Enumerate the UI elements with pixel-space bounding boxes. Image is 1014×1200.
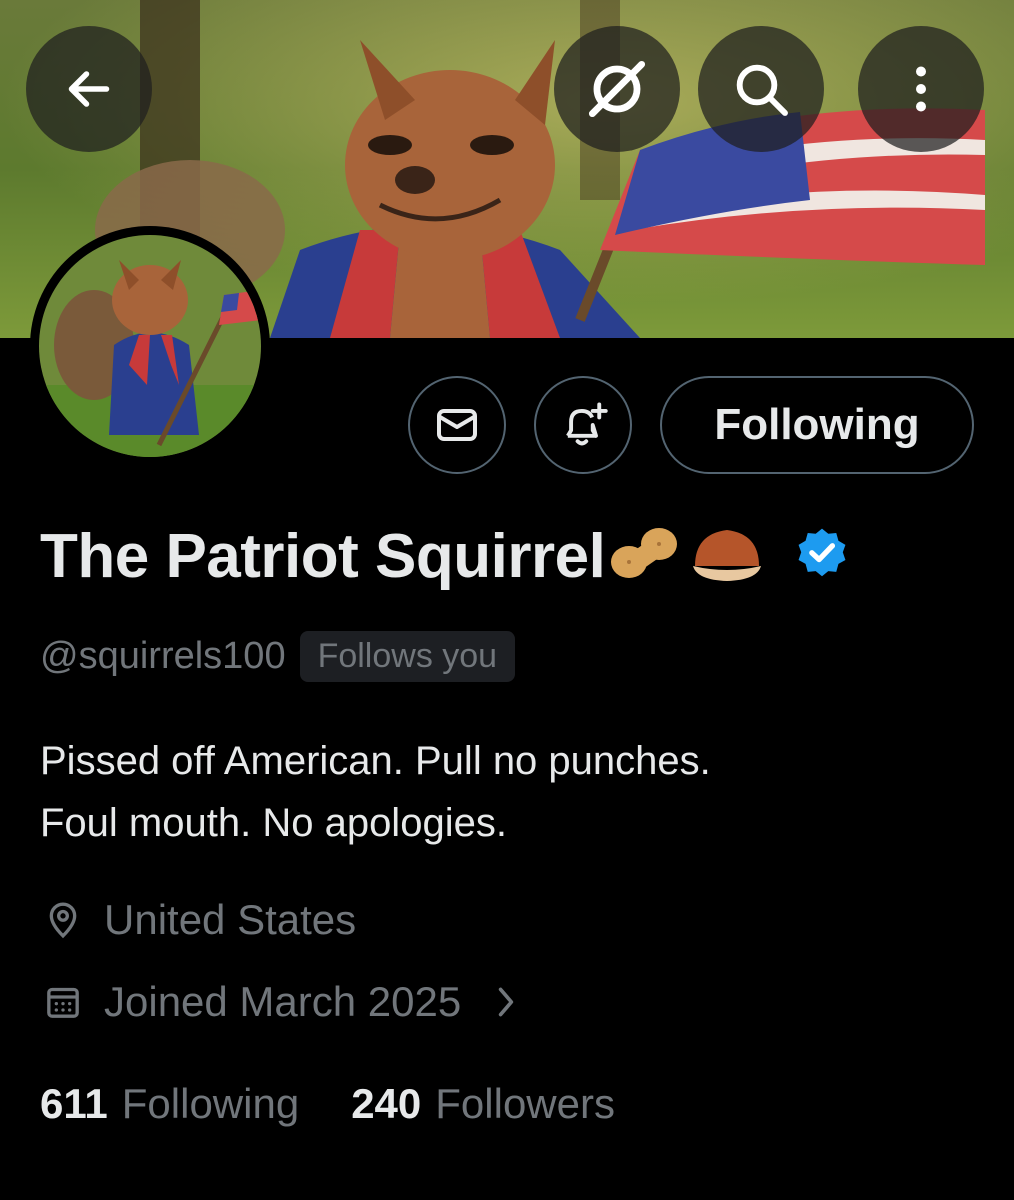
name-emojis: [607, 524, 771, 589]
bio-line: Foul mouth. No apologies.: [40, 801, 507, 845]
grok-button[interactable]: [554, 26, 680, 152]
location-row: United States: [40, 892, 356, 948]
location-pin-icon: [40, 897, 86, 943]
notifications-button[interactable]: [534, 376, 632, 474]
search-button[interactable]: [698, 26, 824, 152]
calendar-icon: [40, 979, 86, 1025]
back-arrow-icon: [68, 71, 110, 107]
display-name: The Patriot Squirrel: [40, 521, 606, 591]
following-count: 611: [40, 1080, 108, 1127]
bio-line: Pissed off American. Pull no punches.: [40, 739, 711, 783]
following-stat[interactable]: 611 Following: [40, 1080, 299, 1128]
handle: @squirrels100: [40, 634, 286, 677]
more-options-button[interactable]: [858, 26, 984, 152]
joined-text: Joined March 2025: [104, 978, 462, 1025]
back-button[interactable]: [26, 26, 152, 152]
avatar-image: [39, 235, 261, 457]
bell-plus-icon: [566, 402, 608, 446]
avatar[interactable]: [30, 226, 270, 466]
bio: Pissed off American. Pull no punches. Fo…: [40, 730, 980, 854]
message-button[interactable]: [408, 376, 506, 474]
following-button[interactable]: Following: [660, 376, 974, 474]
grok-icon: [588, 60, 646, 118]
followers-stat[interactable]: 240 Followers: [351, 1080, 615, 1128]
following-label: Following: [121, 1080, 300, 1127]
follows-you-badge: Follows you: [299, 630, 516, 682]
joined-row[interactable]: Joined March 2025: [40, 974, 521, 1030]
more-vertical-icon: [916, 66, 926, 112]
search-icon: [736, 64, 788, 116]
mail-icon: [437, 409, 477, 441]
follow-stats: 611 Following 240 Followers: [40, 1076, 667, 1132]
chevron-right-icon: [491, 984, 521, 1020]
location-text: United States: [104, 896, 357, 943]
peanut-chestnut-emoji-icon: [611, 527, 762, 581]
verified-badge-icon[interactable]: [793, 525, 851, 588]
followers-count: 240: [351, 1080, 422, 1127]
handle-row: @squirrels100 Follows you: [40, 628, 516, 684]
followers-label: Followers: [435, 1080, 615, 1127]
display-name-row: The Patriot Squirrel: [40, 516, 851, 596]
